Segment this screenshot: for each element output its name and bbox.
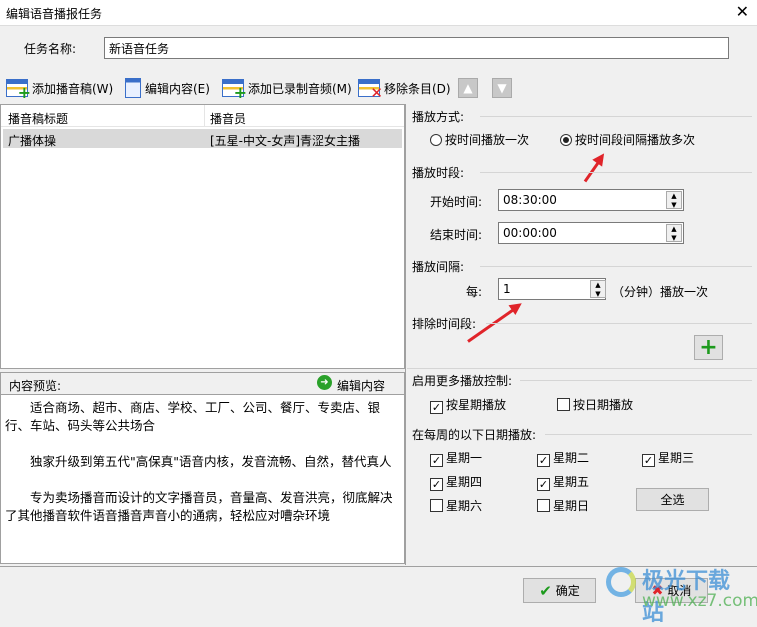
radio-repeat-label: 按时间段间隔播放多次 — [575, 133, 696, 147]
week-label: 在每周的以下日期播放: — [412, 428, 537, 442]
row-speaker: [五星-中文-女声]青涩女主播 — [210, 134, 361, 148]
end-time-spinner[interactable]: ▲ ▼ — [666, 224, 682, 242]
remove-icon: ✕ — [358, 79, 383, 101]
check-icon: ✔ — [539, 581, 552, 600]
by-date-label: 按日期播放 — [573, 398, 634, 412]
every-label: 每: — [466, 285, 483, 299]
document-icon — [125, 78, 141, 98]
ok-label: 确定 — [555, 584, 580, 598]
watermark-logo-icon — [606, 567, 636, 597]
preview-content: 适合商场、超市、商店、学校、工厂、公司、餐厅、专卖店、银行、车站、码头等公共场合… — [0, 394, 405, 564]
start-time-input[interactable] — [498, 189, 684, 211]
edit-content-label: 编辑内容(E) — [145, 81, 210, 96]
day-tuesday-checkbox[interactable]: ✓ 星期二 — [537, 449, 589, 467]
x-icon: ✖ — [651, 582, 664, 599]
add-script-button[interactable]: + 添加播音稿(W) — [6, 76, 114, 101]
radio-repeat[interactable]: 按时间段间隔播放多次 — [560, 131, 695, 148]
end-time-input[interactable] — [498, 222, 684, 244]
interval-label: 播放间隔: — [412, 260, 465, 274]
add-script-label: 添加播音稿(W) — [32, 81, 114, 96]
by-week-label: 按星期播放 — [446, 398, 507, 412]
add-recorded-audio-button[interactable]: + 添加已录制音频(M) — [222, 76, 352, 101]
window-title: 编辑语音播报任务 — [6, 7, 103, 21]
radio-once[interactable]: 按时间播放一次 — [430, 131, 529, 148]
edit-content-button[interactable]: 编辑内容(E) — [125, 76, 210, 100]
table-row[interactable]: 广播体操 [五星-中文-女声]青涩女主播 — [3, 129, 402, 148]
cancel-label: 取消 — [667, 584, 692, 598]
arrow-right-icon: ➜ — [317, 375, 332, 390]
exclude-label: 排除时间段: — [412, 317, 477, 331]
interval-spinner[interactable]: ▲ ▼ — [590, 280, 606, 298]
add-exclude-button[interactable]: + — [694, 335, 723, 360]
task-name-input[interactable] — [104, 37, 729, 59]
preview-label: 内容预览: — [9, 379, 62, 393]
add-audio-icon: + — [222, 79, 247, 101]
period-label: 播放时段: — [412, 166, 465, 180]
day-label: 星期日 — [553, 499, 590, 513]
radio-once-label: 按时间播放一次 — [445, 133, 530, 147]
by-week-checkbox[interactable]: ✓ 按星期播放 — [430, 396, 506, 414]
day-label: 星期四 — [446, 475, 483, 489]
day-monday-checkbox[interactable]: ✓ 星期一 — [430, 449, 482, 467]
preview-edit-link[interactable]: 编辑内容 — [337, 377, 385, 394]
interval-unit: （分钟）播放一次 — [612, 285, 709, 299]
start-time-spinner[interactable]: ▲ ▼ — [666, 191, 682, 209]
day-sunday-checkbox[interactable]: 星期日 — [537, 497, 589, 514]
ok-button[interactable]: ✔ 确定 — [523, 578, 596, 603]
move-down-icon[interactable]: ▼ — [492, 78, 512, 98]
start-time-label: 开始时间: — [430, 195, 483, 209]
add-recorded-label: 添加已录制音频(M) — [248, 81, 352, 96]
row-title: 广播体操 — [8, 134, 57, 148]
preview-paragraph: 适合商场、超市、商店、学校、工厂、公司、餐厅、专卖店、银行、车站、码头等公共场合 — [5, 400, 381, 433]
remove-label: 移除条目(D) — [384, 81, 451, 96]
add-script-icon: + — [6, 79, 31, 101]
preview-paragraph: 独家升级到第五代"高保真"语音内核，发音流畅、自然，替代真人 — [30, 454, 392, 469]
preview-paragraph: 专为卖场播音而设计的文字播音员，音量高、发音洪亮，彻底解决了其他播音软件语音播音… — [5, 490, 393, 523]
select-all-button[interactable]: 全选 — [636, 488, 709, 511]
day-label: 星期五 — [553, 475, 590, 489]
column-header-title[interactable]: 播音稿标题 — [8, 110, 68, 127]
day-saturday-checkbox[interactable]: 星期六 — [430, 497, 482, 514]
day-label: 星期三 — [658, 451, 695, 465]
cancel-button[interactable]: ✖ 取消 — [635, 578, 708, 603]
close-icon[interactable]: ✕ — [736, 2, 749, 21]
day-thursday-checkbox[interactable]: ✓ 星期四 — [430, 473, 482, 491]
more-control-label: 启用更多播放控制: — [412, 374, 513, 388]
day-label: 星期一 — [446, 451, 483, 465]
day-label: 星期六 — [446, 499, 483, 513]
plus-icon: + — [699, 335, 718, 360]
column-header-speaker[interactable]: 播音员 — [210, 110, 246, 127]
preview-header: 内容预览: ➜ 编辑内容 — [0, 372, 405, 394]
task-name-label: 任务名称: — [24, 42, 77, 56]
mode-label: 播放方式: — [412, 110, 465, 124]
day-wednesday-checkbox[interactable]: ✓ 星期三 — [642, 449, 694, 467]
script-list[interactable]: 播音稿标题 播音员 广播体操 [五星-中文-女声]青涩女主播 — [0, 104, 405, 369]
day-label: 星期二 — [553, 451, 590, 465]
end-time-label: 结束时间: — [430, 228, 483, 242]
day-friday-checkbox[interactable]: ✓ 星期五 — [537, 473, 589, 491]
remove-item-button[interactable]: ✕ 移除条目(D) — [358, 76, 451, 101]
by-date-checkbox[interactable]: 按日期播放 — [557, 396, 633, 413]
move-up-icon[interactable]: ▲ — [458, 78, 478, 98]
title-bar: 编辑语音播报任务 ✕ — [0, 0, 757, 26]
